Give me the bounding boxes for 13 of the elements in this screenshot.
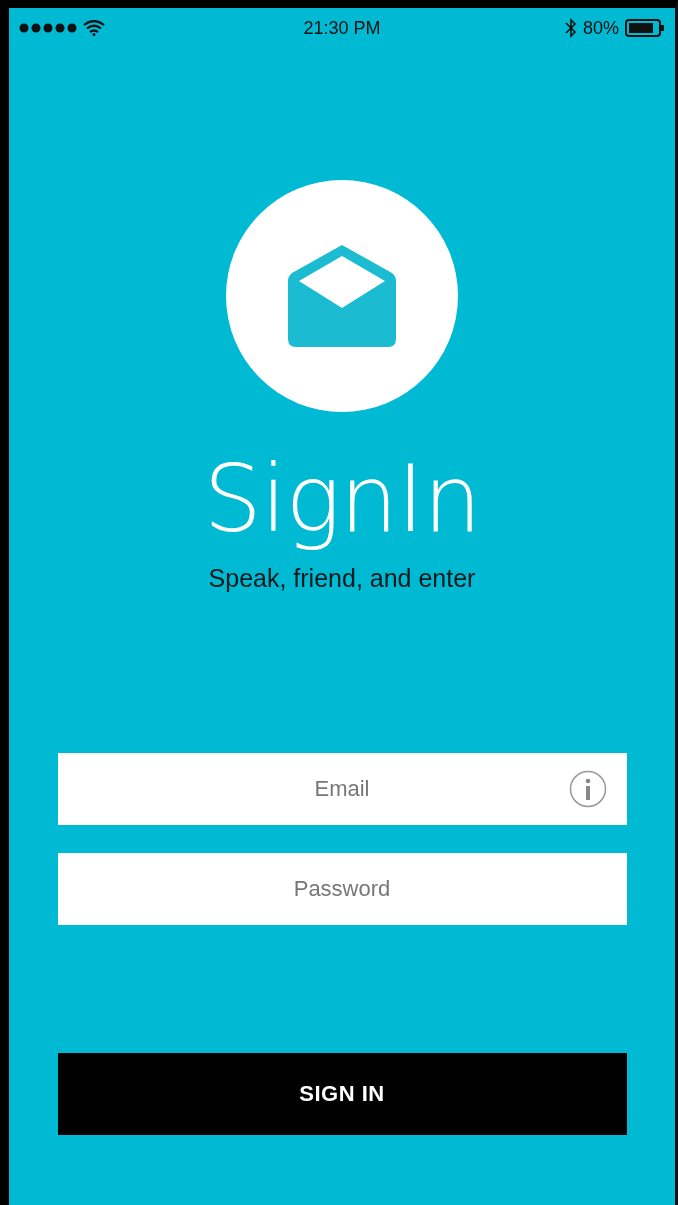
info-icon[interactable] <box>568 770 607 808</box>
status-time: 21:30 PM <box>303 17 381 39</box>
wifi-icon <box>83 20 105 36</box>
text-field[interactable]: Password <box>57 852 627 926</box>
open-envelope-icon <box>288 245 396 347</box>
sign-in-button[interactable]: SIGN IN <box>57 1053 627 1135</box>
subtitle: Speak, friend, and enter <box>208 564 476 593</box>
text-field[interactable]: Email <box>57 752 627 826</box>
battery-percent: 80% <box>582 17 619 39</box>
app-title: SignIn <box>203 450 481 550</box>
battery-icon <box>625 19 665 37</box>
bluetooth-icon <box>564 18 577 38</box>
signal-icon <box>19 23 77 33</box>
